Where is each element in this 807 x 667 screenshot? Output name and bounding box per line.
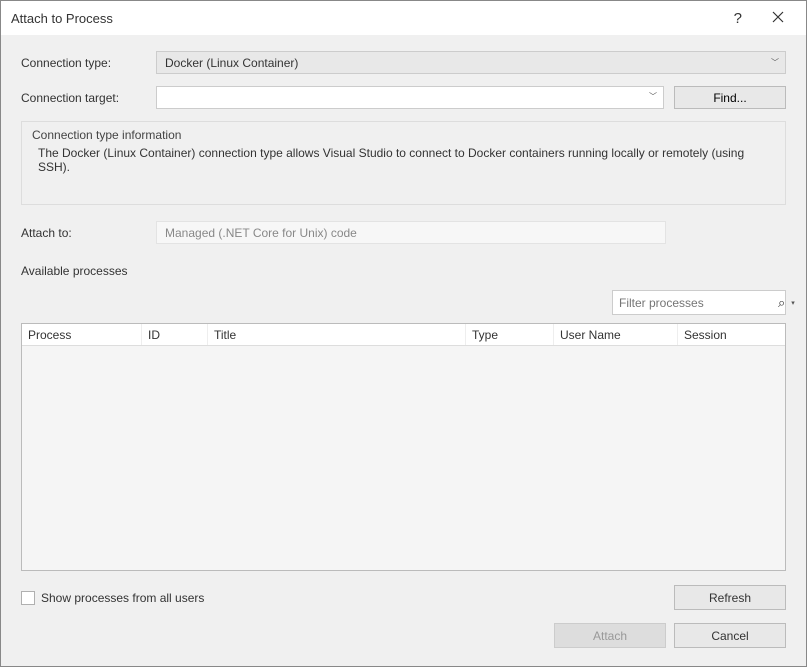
connection-type-value: Docker (Linux Container) [165, 56, 298, 70]
connection-type-dropdown[interactable]: Docker (Linux Container) ﹀ [156, 51, 786, 74]
attach-button: Attach [554, 623, 666, 648]
cancel-button[interactable]: Cancel [674, 623, 786, 648]
chevron-down-icon[interactable]: ▾ [791, 299, 795, 307]
column-process[interactable]: Process [22, 324, 142, 345]
chevron-down-icon: ﹀ [771, 57, 779, 68]
find-button[interactable]: Find... [674, 86, 786, 109]
column-session[interactable]: Session [678, 324, 785, 345]
close-icon [772, 11, 784, 23]
show-all-users-label: Show processes from all users [41, 591, 204, 605]
available-processes-title: Available processes [21, 264, 786, 278]
show-all-users-checkbox[interactable] [21, 591, 35, 605]
info-text: The Docker (Linux Container) connection … [32, 146, 775, 174]
dialog-title: Attach to Process [11, 11, 718, 26]
attach-to-label: Attach to: [21, 226, 156, 240]
filter-input[interactable] [619, 296, 774, 310]
process-table[interactable]: Process ID Title Type User Name Session [21, 323, 786, 571]
table-header: Process ID Title Type User Name Session [22, 324, 785, 346]
filter-box[interactable]: ⌕ ▾ [612, 290, 786, 315]
column-title[interactable]: Title [208, 324, 466, 345]
titlebar: Attach to Process ? [1, 1, 806, 35]
connection-type-label: Connection type: [21, 56, 156, 70]
connection-target-label: Connection target: [21, 91, 156, 105]
column-type[interactable]: Type [466, 324, 554, 345]
connection-info-panel: Connection type information The Docker (… [21, 121, 786, 205]
refresh-button[interactable]: Refresh [674, 585, 786, 610]
column-id[interactable]: ID [142, 324, 208, 345]
help-button[interactable]: ? [718, 10, 758, 27]
attach-to-field: Managed (.NET Core for Unix) code [156, 221, 666, 244]
column-user[interactable]: User Name [554, 324, 678, 345]
search-icon[interactable]: ⌕ [778, 295, 785, 311]
info-title: Connection type information [32, 128, 775, 142]
connection-target-input[interactable]: ﹀ [156, 86, 664, 109]
attach-to-value: Managed (.NET Core for Unix) code [165, 226, 357, 240]
close-button[interactable] [758, 11, 798, 26]
chevron-down-icon[interactable]: ﹀ [649, 91, 657, 102]
